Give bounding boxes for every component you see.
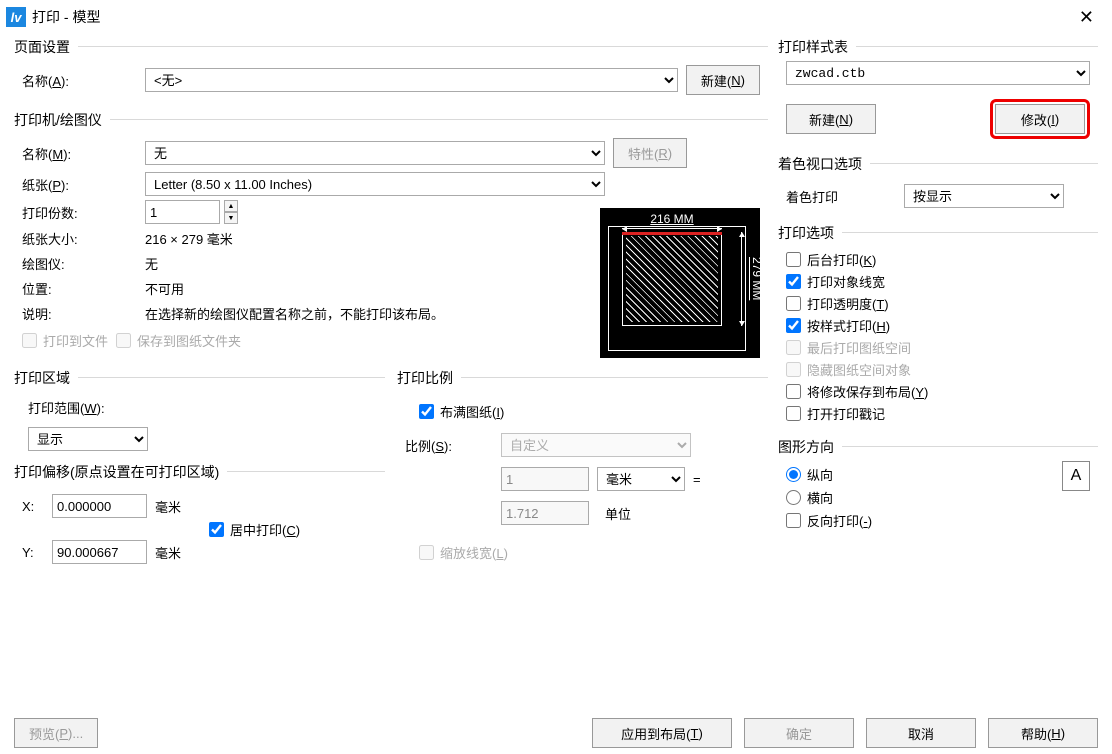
page-name-select[interactable]: <无> — [145, 68, 678, 92]
paper-label: 纸张(P): — [22, 175, 137, 194]
close-icon[interactable]: ✕ — [1071, 6, 1102, 28]
plot-style-select[interactable]: zwcad.ctb — [786, 61, 1090, 85]
unit-label: 单位 — [605, 504, 631, 523]
plotter-value: 无 — [145, 253, 158, 274]
scale-select: 自定义 — [501, 433, 691, 457]
scale-num-input — [501, 467, 589, 491]
plotter-label: 绘图仪: — [22, 254, 137, 273]
offset-x-input[interactable] — [52, 494, 147, 518]
copies-label: 打印份数: — [22, 203, 137, 222]
footer: 预览(P)... 应用到布局(T) 确定 取消 帮助(H) — [14, 718, 1098, 748]
location-label: 位置: — [22, 279, 137, 298]
location-value: 不可用 — [145, 278, 184, 299]
trans-checkbox[interactable]: 打印透明度(T) — [786, 294, 1090, 313]
cancel-button[interactable]: 取消 — [866, 718, 976, 748]
stamp-checkbox[interactable]: 打开打印戳记 — [786, 404, 1090, 423]
plot-range-select[interactable]: 显示 — [28, 427, 148, 451]
plot-range-label: 打印范围(W): — [28, 398, 371, 417]
plot-style-group: 打印样式表 zwcad.ctb 新建(N) 修改(I) — [778, 46, 1098, 151]
window-title: 打印 - 模型 — [32, 7, 100, 27]
styles-checkbox[interactable]: 按样式打印(H) — [786, 316, 1090, 335]
hide-ps-checkbox: 隐藏图纸空间对象 — [786, 360, 1090, 379]
fit-checkbox[interactable]: 布满图纸(I) — [419, 402, 760, 421]
size-label: 纸张大小: — [22, 229, 137, 248]
plot-offset-group: 打印偏移(原点设置在可打印区域) X:毫米 Y:毫米 居中打印(C) — [14, 471, 385, 580]
x-unit: 毫米 — [155, 497, 181, 516]
plot-options-group: 打印选项 后台打印(K) 打印对象线宽 打印透明度(T) 按样式打印(H) 最后… — [778, 232, 1098, 434]
titlebar: lv 打印 - 模型 ✕ — [0, 0, 1112, 34]
page-setup-title: 页面设置 — [14, 37, 78, 57]
scale-unit-select[interactable]: 毫米 — [597, 467, 685, 491]
plot-options-title: 打印选项 — [778, 223, 842, 243]
size-value: 216 × 279 毫米 — [145, 228, 233, 249]
scale-label: 比例(S): — [405, 436, 493, 455]
plot-style-title: 打印样式表 — [778, 37, 856, 57]
equals-label: = — [693, 472, 701, 487]
shaded-group: 着色视口选项 着色打印 按显示 — [778, 163, 1098, 220]
portrait-radio[interactable]: 纵向 — [786, 465, 1062, 484]
x-label: X: — [22, 499, 44, 514]
shaded-select[interactable]: 按显示 — [904, 184, 1064, 208]
page-new-button[interactable]: 新建(N) — [686, 65, 760, 95]
printer-group-title: 打印机/绘图仪 — [14, 110, 110, 130]
page-setup-group: 页面设置 名称(A): <无> 新建(N) — [14, 46, 768, 107]
paper-preview: 216 MM 279 MM — [600, 208, 760, 358]
copies-input[interactable] — [145, 200, 220, 224]
preview-width-label: 216 MM — [622, 212, 722, 226]
printer-group: 打印机/绘图仪 名称(M): 无 特性(R) 纸张(P): Letter (8.… — [14, 119, 768, 365]
plot-scale-group: 打印比例 布满图纸(I) 比例(S): 自定义 毫米 = — [397, 377, 768, 611]
spin-down-icon[interactable]: ▼ — [224, 212, 238, 224]
desc-label: 说明: — [22, 304, 137, 323]
shaded-label: 着色打印 — [786, 187, 896, 206]
ok-button[interactable]: 确定 — [744, 718, 854, 748]
printer-props-button[interactable]: 特性(R) — [613, 138, 687, 168]
page-name-label: 名称(A): — [22, 71, 137, 90]
copies-spinner[interactable]: ▲▼ — [145, 200, 220, 224]
upside-checkbox[interactable]: 反向打印(-) — [786, 511, 1062, 530]
style-new-button[interactable]: 新建(N) — [786, 104, 876, 134]
plot-area-title: 打印区域 — [14, 368, 78, 388]
apply-button[interactable]: 应用到布局(T) — [592, 718, 732, 748]
orientation-icon: A — [1062, 461, 1090, 491]
help-button[interactable]: 帮助(H) — [988, 718, 1098, 748]
desc-value: 在选择新的绘图仪配置名称之前，不能打印该布局。 — [145, 303, 444, 324]
orientation-group: 图形方向 纵向 横向 反向打印(-) A — [778, 446, 1098, 541]
preview-button[interactable]: 预览(P)... — [14, 718, 98, 748]
landscape-radio[interactable]: 横向 — [786, 488, 1062, 507]
y-unit: 毫米 — [155, 543, 181, 562]
save-folder-checkbox: 保存到图纸文件夹 — [116, 331, 241, 350]
modify-highlight: 修改(I) — [990, 99, 1090, 139]
shaded-title: 着色视口选项 — [778, 154, 870, 174]
offset-y-input[interactable] — [52, 540, 147, 564]
last-ps-checkbox: 最后打印图纸空间 — [786, 338, 1090, 357]
app-icon: lv — [6, 7, 26, 27]
plot-offset-title: 打印偏移(原点设置在可打印区域) — [14, 462, 227, 482]
to-file-checkbox: 打印到文件 — [22, 331, 108, 350]
plot-scale-title: 打印比例 — [397, 368, 461, 388]
center-checkbox[interactable]: 居中打印(C) — [209, 520, 300, 539]
plot-area-group: 打印区域 打印范围(W): 显示 — [14, 377, 385, 459]
y-label: Y: — [22, 545, 44, 560]
style-modify-button[interactable]: 修改(I) — [995, 104, 1085, 134]
preview-height-label: 279 MM — [750, 232, 764, 326]
scale-den-input — [501, 501, 589, 525]
spin-up-icon[interactable]: ▲ — [224, 200, 238, 212]
lw-checkbox[interactable]: 打印对象线宽 — [786, 272, 1090, 291]
paper-select[interactable]: Letter (8.50 x 11.00 Inches) — [145, 172, 605, 196]
save-layout-checkbox[interactable]: 将修改保存到布局(Y) — [786, 382, 1090, 401]
printer-name-select[interactable]: 无 — [145, 141, 605, 165]
orientation-title: 图形方向 — [778, 437, 842, 457]
scale-lw-checkbox: 缩放线宽(L) — [419, 543, 760, 562]
printer-name-label: 名称(M): — [22, 144, 137, 163]
bg-print-checkbox[interactable]: 后台打印(K) — [786, 250, 1090, 269]
